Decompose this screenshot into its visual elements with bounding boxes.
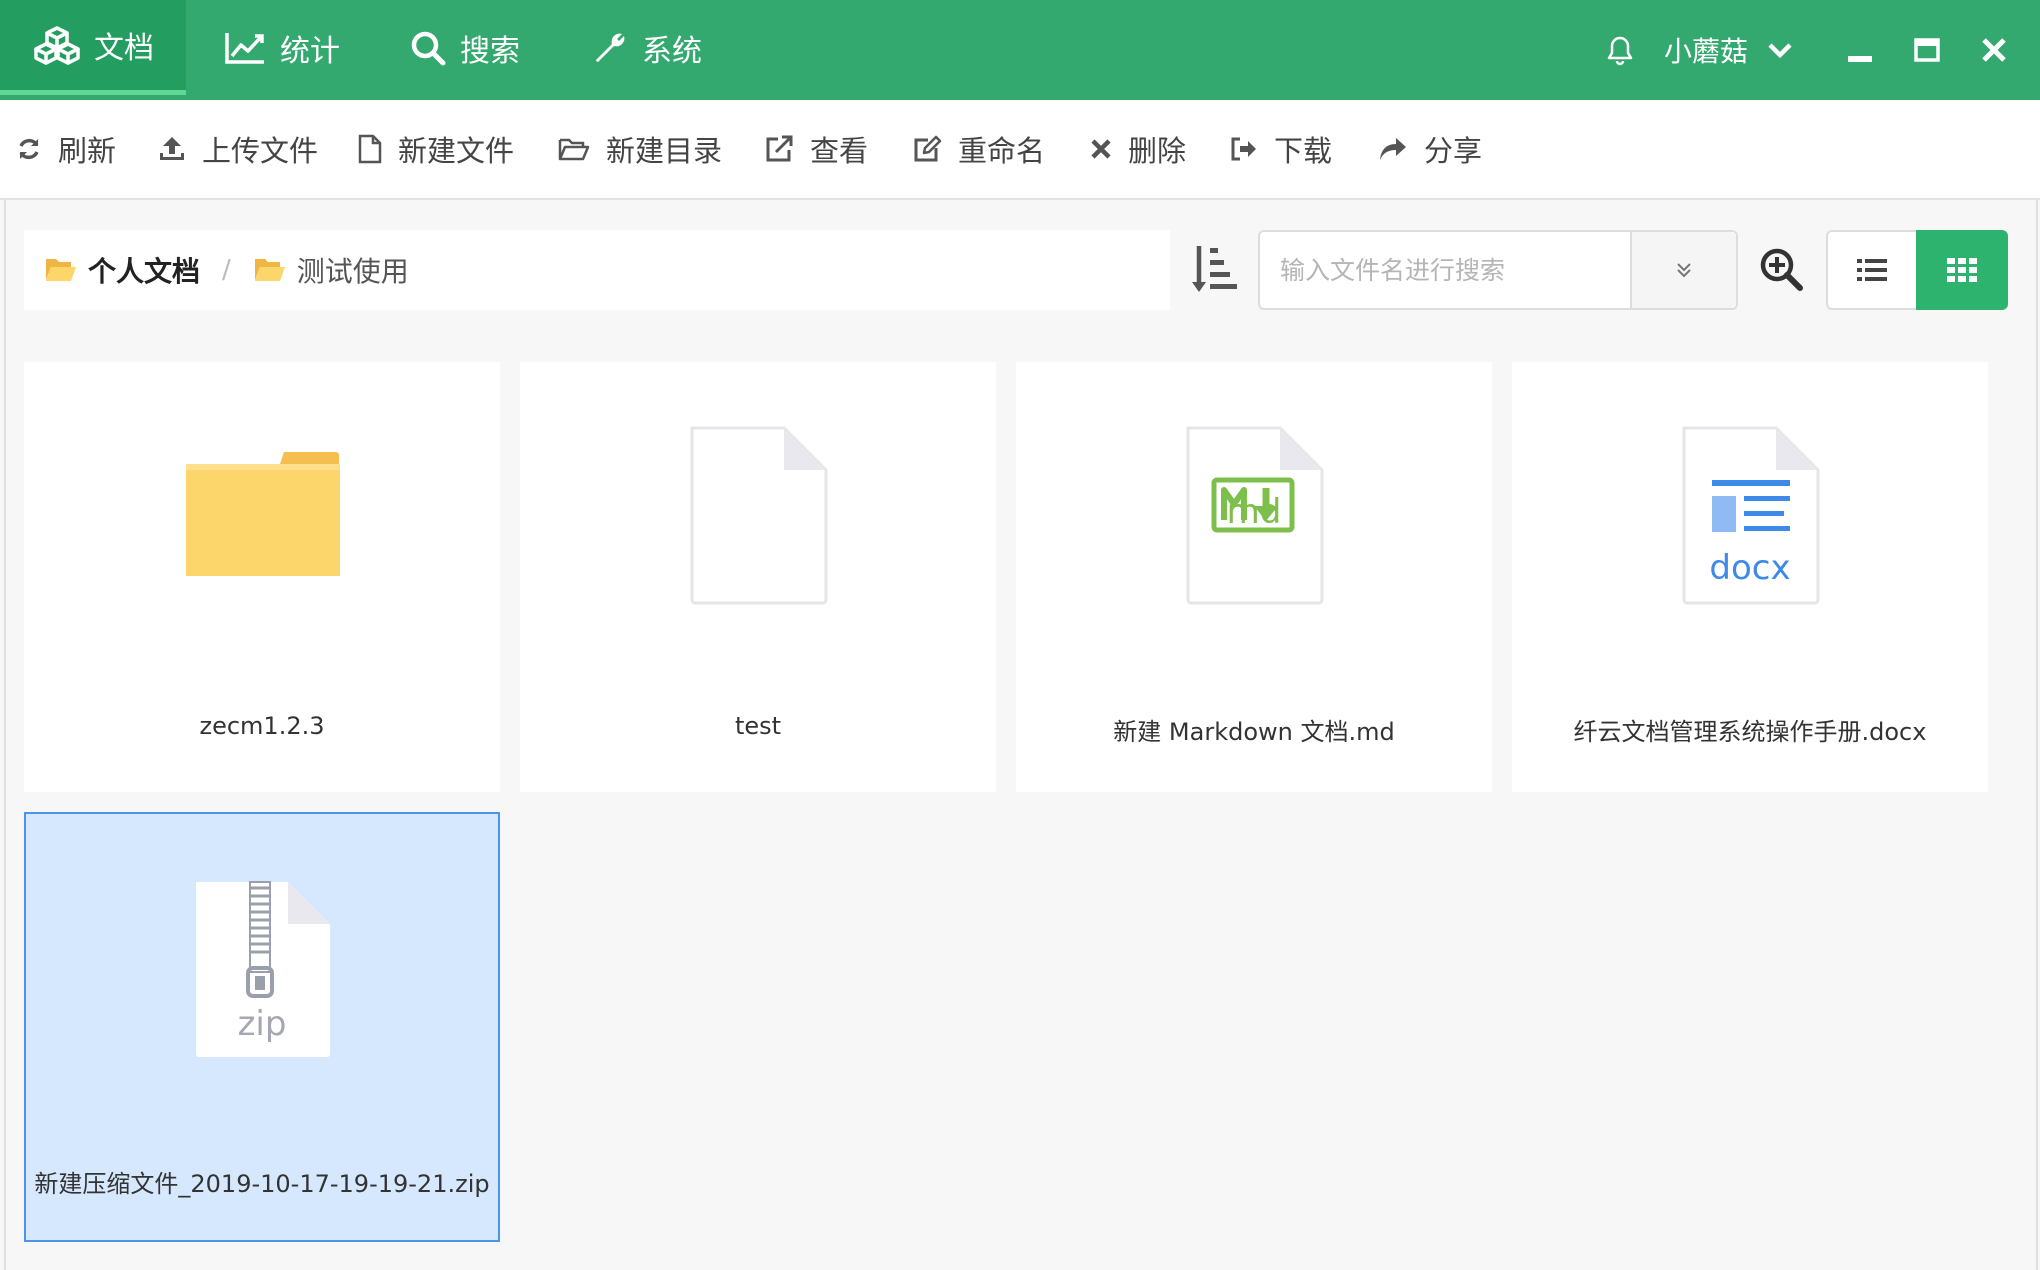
minimize-button[interactable] [1840, 30, 1880, 70]
download-label: 下载 [1274, 134, 1333, 168]
breadcrumb-current-label: 测试使用 [296, 255, 409, 288]
new-folder-button[interactable]: 新建目录 [558, 100, 722, 198]
tab-documents[interactable]: 文档 [0, 0, 186, 95]
file-card-docx[interactable]: docx 纤云文档管理系统操作手册.docx [1512, 362, 1988, 792]
file-card-blank[interactable]: test [520, 362, 996, 792]
tab-statistics[interactable]: 统计 [190, 0, 360, 95]
line-chart-icon [225, 32, 264, 64]
minimize-icon [1848, 56, 1872, 62]
chevron-down-icon [1768, 43, 1792, 59]
top-nav-bar: 文档 统计 搜索 系统 小蘑菇 [0, 0, 2040, 100]
maximize-button[interactable] [1907, 30, 1947, 70]
breadcrumb-root-label: 个人文档 [88, 255, 201, 288]
search-plus-icon [1760, 248, 1803, 291]
search-options-button[interactable] [1630, 232, 1736, 308]
blank-file-icon [690, 426, 828, 605]
edit-icon [914, 135, 942, 162]
file-card-md[interactable]: md 新建 Markdown 文档.md [1016, 362, 1492, 792]
upload-icon [160, 137, 184, 160]
sort-button[interactable] [1190, 244, 1240, 296]
share-label: 分享 [1424, 134, 1483, 168]
file-name: 新建 Markdown 文档.md [1113, 718, 1395, 746]
new-file-label: 新建文件 [398, 134, 515, 168]
tab-system-label: 系统 [642, 33, 702, 69]
list-icon [1857, 259, 1887, 281]
tab-search-label: 搜索 [460, 33, 520, 69]
folder-icon [186, 452, 340, 576]
download-button[interactable]: 下载 [1230, 100, 1332, 198]
folder-open-icon [46, 259, 76, 281]
action-toolbar: 刷新 上传文件 新建文件 新建目录 查看 重命名 删除 下载 分享 [0, 100, 2040, 200]
search-box [1258, 230, 1738, 310]
close-icon [1982, 38, 2006, 62]
maximize-icon [1914, 38, 1940, 62]
folder-open-icon [254, 259, 285, 281]
search-icon [411, 31, 446, 65]
tab-statistics-label: 统计 [280, 33, 340, 69]
new-folder-label: 新建目录 [606, 134, 723, 168]
share-button[interactable]: 分享 [1378, 100, 1482, 198]
share-icon [1380, 138, 1406, 160]
grid-view-button[interactable] [1916, 230, 2008, 310]
bell-icon [1607, 36, 1633, 66]
file-type-badge: zip [237, 1004, 287, 1044]
file-name: zecm1.2.3 [199, 712, 325, 740]
file-name: 纤云文档管理系统操作手册.docx [1573, 718, 1927, 746]
wrench-icon [596, 33, 625, 62]
upload-button[interactable]: 上传文件 [158, 100, 318, 198]
user-menu[interactable]: 小蘑菇 [1664, 0, 1794, 100]
cubes-icon [34, 26, 80, 65]
tab-system[interactable]: 系统 [558, 0, 728, 95]
upload-label: 上传文件 [202, 134, 319, 168]
sign-out-icon [1231, 137, 1256, 161]
view-label: 查看 [810, 134, 869, 168]
close-button[interactable] [1974, 30, 2014, 70]
rename-button[interactable]: 重命名 [912, 100, 1045, 198]
refresh-icon [19, 138, 39, 160]
new-file-button[interactable]: 新建文件 [358, 100, 514, 198]
zoom-search-button[interactable] [1758, 246, 1804, 292]
sort-amount-icon [1192, 246, 1237, 292]
file-card-folder[interactable]: zecm1.2.3 [24, 362, 500, 792]
file-name: test [734, 712, 782, 740]
file-type-badge: docx [1709, 548, 1791, 588]
refresh-label: 刷新 [58, 134, 117, 168]
tab-documents-label: 文档 [94, 31, 154, 66]
double-chevron-down-icon [1677, 263, 1691, 278]
refresh-button[interactable]: 刷新 [16, 100, 116, 198]
breadcrumb-current[interactable]: 测试使用 [253, 250, 409, 290]
view-button[interactable]: 查看 [764, 100, 868, 198]
file-name: 新建压缩文件_2019-10-17-19-19-21.zip [34, 1170, 490, 1198]
grid-icon [1947, 258, 1977, 282]
tab-search[interactable]: 搜索 [376, 0, 536, 95]
close-icon [1091, 139, 1111, 159]
user-name: 小蘑菇 [1664, 35, 1749, 68]
folder-open-icon [558, 138, 590, 161]
breadcrumb: 个人文档 / 测试使用 [24, 230, 1170, 310]
delete-button[interactable]: 删除 [1090, 100, 1186, 198]
notification-button[interactable] [1604, 0, 1636, 100]
external-link-icon [766, 135, 793, 162]
breadcrumb-root[interactable]: 个人文档 [44, 250, 200, 290]
file-type-badge: md [1226, 492, 1282, 532]
list-view-button[interactable] [1826, 230, 1918, 310]
rename-label: 重命名 [958, 134, 1046, 168]
file-card-zip[interactable]: zip 新建压缩文件_2019-10-17-19-19-21.zip [24, 812, 500, 1242]
file-icon [358, 134, 382, 164]
delete-label: 删除 [1128, 134, 1187, 168]
breadcrumb-separator: / [222, 255, 231, 285]
search-input[interactable] [1260, 232, 1634, 308]
